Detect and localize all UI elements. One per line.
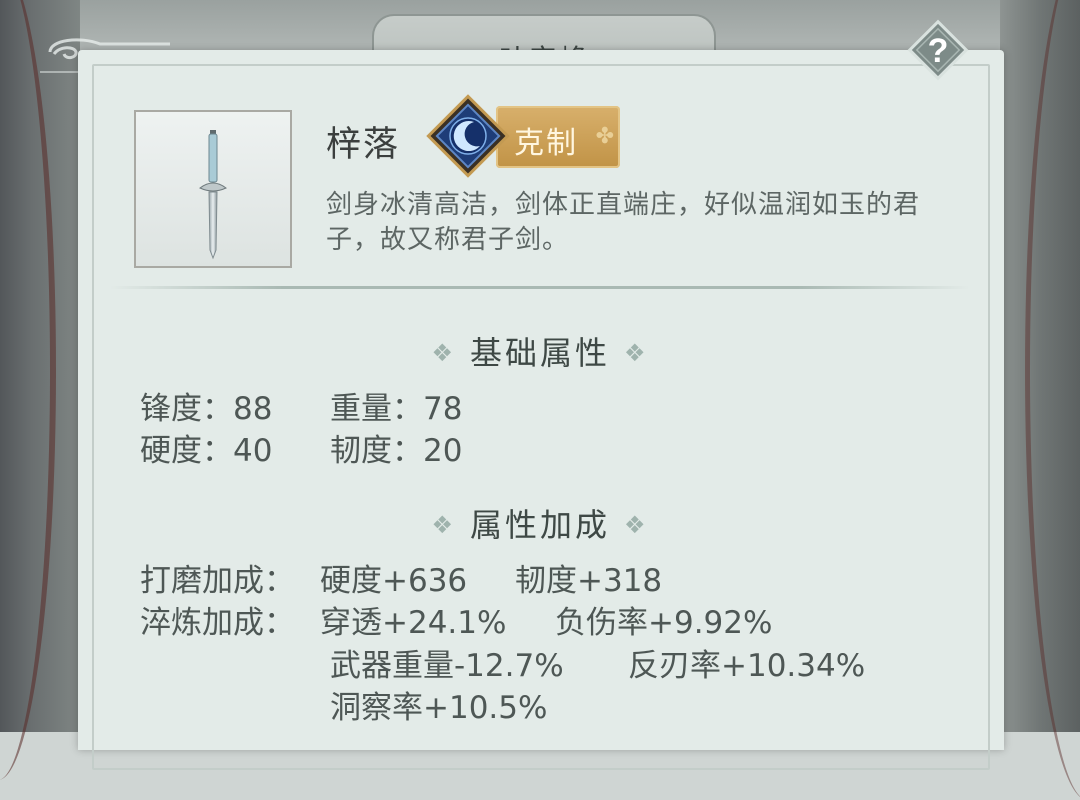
- stat-hardness: 硬度：40: [140, 433, 273, 469]
- stat-weight: 重量：78: [330, 391, 463, 427]
- sword-icon: [199, 130, 227, 260]
- stat-toughness: 韧度：20: [330, 433, 463, 469]
- diamond-ornament-icon: ❖: [624, 511, 649, 539]
- temper-bonus-insight-rate: 洞察率+10.5%: [330, 690, 548, 726]
- base-attributes-title: 基础属性: [469, 334, 610, 372]
- stat-sharpness: 锋度：88: [140, 391, 273, 427]
- grind-bonus-toughness: 韧度+318: [515, 563, 663, 599]
- grind-bonus-hardness: 硬度+636: [320, 563, 468, 599]
- section-divider: [110, 286, 970, 289]
- diamond-ornament-icon: ❖: [624, 339, 649, 367]
- question-mark-icon: ?: [907, 19, 969, 81]
- item-name: 梓落: [326, 125, 401, 165]
- diamond-ornament-icon: ❖: [431, 339, 456, 367]
- grind-bonus-label: 打磨加成：: [140, 563, 295, 599]
- temper-bonus-label: 淬炼加成：: [140, 605, 295, 641]
- svg-text:?: ?: [928, 32, 949, 70]
- item-description: 剑身冰清高洁，剑体正直端庄，好似温润如玉的君子，故又称君子剑。: [326, 190, 921, 255]
- bonus-attributes-heading: ❖ 属性加成 ❖: [0, 500, 1080, 546]
- bonus-attributes-title: 属性加成: [469, 506, 610, 544]
- item-icon-frame[interactable]: [134, 110, 292, 268]
- counter-badge-label: 克制: [514, 126, 578, 161]
- temper-bonus-penetration: 穿透+24.1%: [320, 605, 507, 641]
- flower-ornament-icon: ✤: [595, 124, 614, 149]
- base-attributes-heading: ❖ 基础属性 ❖: [0, 328, 1080, 374]
- counter-badge: 克制 ✤: [496, 106, 620, 168]
- crescent-moon-icon: [426, 94, 510, 178]
- temper-bonus-injury-rate: 负伤率+9.92%: [555, 605, 773, 641]
- diamond-ornament-icon: ❖: [431, 511, 456, 539]
- temper-bonus-reflect-rate: 反刃率+10.34%: [628, 648, 866, 684]
- temper-bonus-weapon-weight: 武器重量-12.7%: [330, 648, 564, 684]
- help-button[interactable]: ?: [906, 18, 970, 82]
